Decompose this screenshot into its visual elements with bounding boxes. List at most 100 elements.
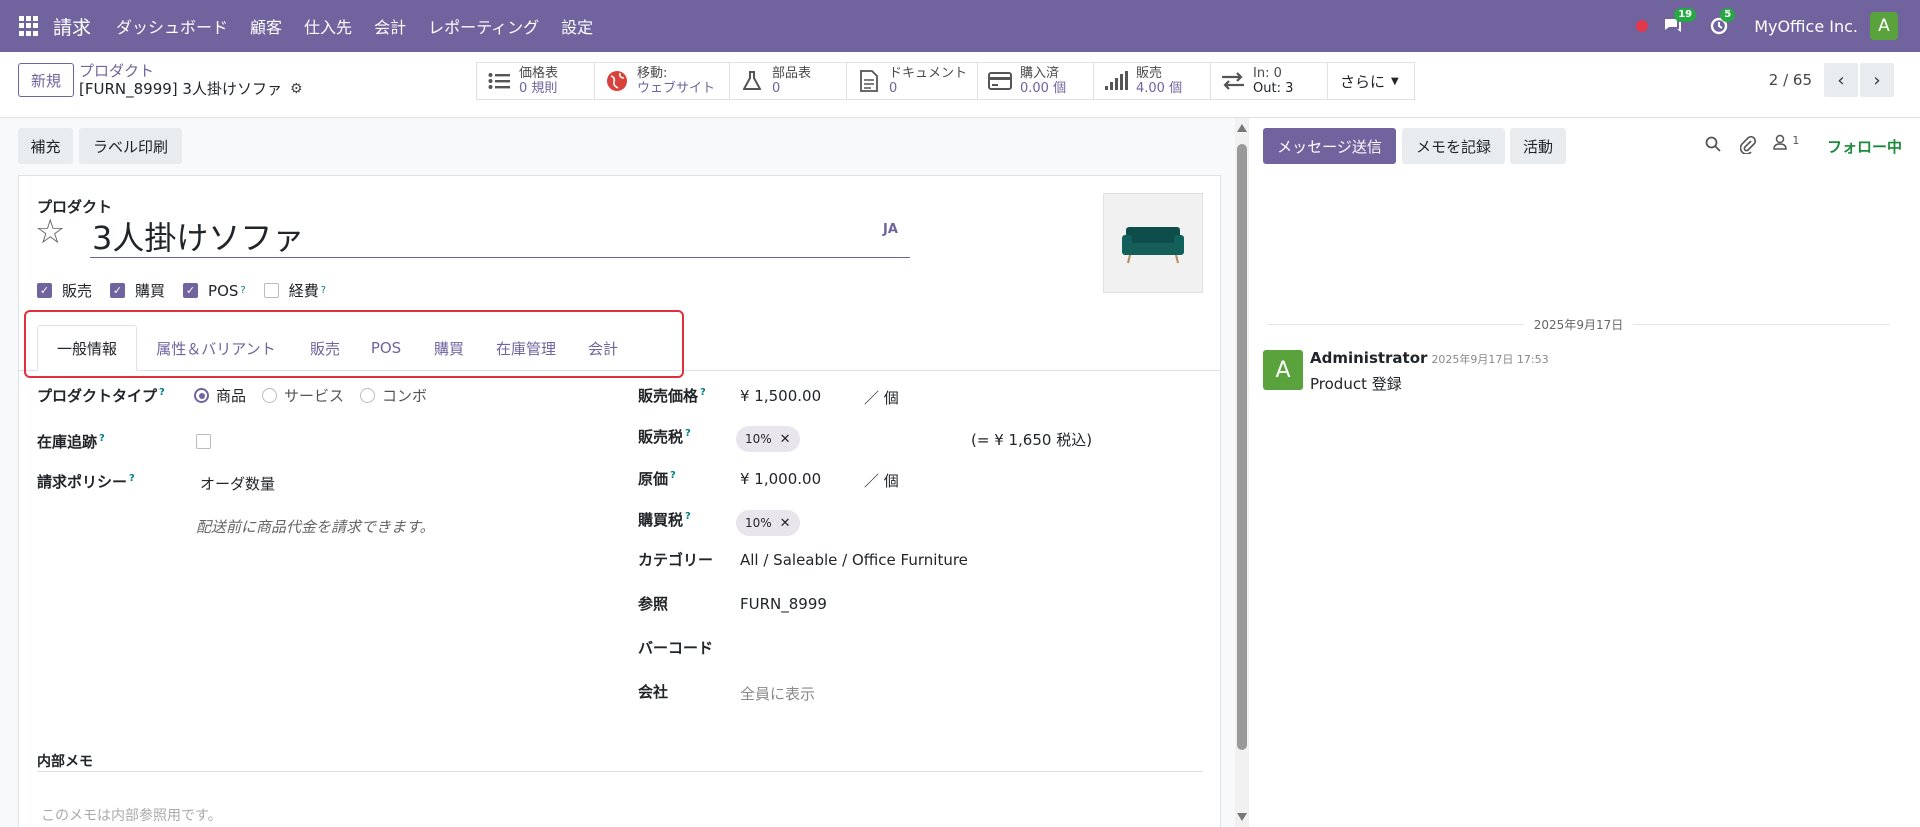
invoice-policy-label-text: 請求ポリシー [37, 473, 128, 491]
user-avatar[interactable]: A [1870, 12, 1898, 40]
sb-label: In: 0 [1253, 66, 1282, 81]
scroll-down-arrow-icon[interactable] [1237, 813, 1247, 821]
document-icon [857, 69, 881, 93]
smart-button-pricelists[interactable]: 価格表 0 規則 [477, 63, 595, 99]
checkbox-checked-icon[interactable]: ✓ [110, 283, 126, 298]
radio-goods[interactable]: 商品 [194, 385, 246, 406]
help-icon[interactable]: ? [700, 387, 706, 398]
activities-clock-icon[interactable]: 5 [1708, 8, 1736, 37]
flag-label: 購買 [135, 282, 166, 300]
new-button[interactable]: 新規 [18, 63, 74, 97]
print-labels-button[interactable]: ラベル印刷 [79, 128, 182, 164]
help-icon[interactable]: ? [99, 433, 105, 444]
menu-vendors[interactable]: 仕入先 [304, 14, 352, 38]
invoice-policy-select[interactable]: オーダ数量 [200, 473, 275, 494]
avatar[interactable]: A [1263, 350, 1303, 390]
menu-customers[interactable]: 顧客 [250, 14, 282, 38]
messages-badge: 19 [1674, 8, 1697, 22]
sb-label: 移動: [637, 66, 668, 81]
barcode-field[interactable] [740, 639, 1040, 657]
smart-button-bom[interactable]: 部品表 0 [730, 63, 847, 99]
radio-selected-icon[interactable] [194, 388, 209, 403]
company-field[interactable]: 全員に表示 [740, 683, 815, 704]
help-icon[interactable]: ? [685, 428, 691, 439]
flag-sale[interactable]: ✓ 販売 [37, 280, 92, 301]
breadcrumb: プロダクト [FURN_8999] 3人掛けソファ ⚙ [79, 62, 303, 98]
radio-unselected-icon[interactable] [262, 388, 278, 403]
tracking-checkbox[interactable] [196, 434, 211, 449]
smart-button-documents[interactable]: ドキュメント 0 [847, 63, 978, 99]
paperclip-icon[interactable] [1739, 135, 1757, 159]
sofa-image-icon [1122, 227, 1184, 264]
close-icon[interactable]: ✕ [780, 432, 791, 447]
breadcrumb-parent-link[interactable]: プロダクト [79, 62, 303, 80]
company-switcher[interactable]: MyOffice Inc. [1754, 17, 1858, 36]
following-button[interactable]: フォロー中 [1827, 136, 1902, 157]
recording-indicator-icon[interactable] [1636, 20, 1649, 32]
purchase-tax-label-text: 購買税 [638, 511, 684, 529]
checkbox-unchecked-icon[interactable] [263, 283, 279, 298]
sb-label: 価格表 [519, 66, 559, 81]
menu-dashboard[interactable]: ダッシュボード [116, 14, 228, 38]
search-icon[interactable] [1705, 136, 1721, 157]
internal-notes-field[interactable]: このメモは内部参照用です。 [41, 805, 222, 825]
product-type-radio: 商品 サービス コンボ [194, 385, 443, 406]
log-note-button[interactable]: メモを記録 [1402, 128, 1505, 164]
invoice-policy-label: 請求ポリシー? [37, 471, 135, 492]
help-icon[interactable]: ? [159, 387, 165, 398]
flag-purchase[interactable]: ✓ 購買 [110, 280, 165, 301]
more-dropdown[interactable]: さらに ▼ [1328, 63, 1414, 99]
help-icon[interactable]: ? [240, 285, 245, 296]
smart-button-website[interactable]: 移動: ウェブサイト [595, 63, 730, 99]
sb-value: Out: 3 [1253, 81, 1294, 96]
pager-value[interactable]: 2 / 65 [1769, 71, 1812, 89]
menu-settings[interactable]: 設定 [561, 14, 593, 38]
pager-next-button[interactable]: › [1860, 63, 1894, 97]
help-icon[interactable]: ? [321, 285, 326, 296]
messages-icon[interactable]: 19 [1662, 8, 1697, 37]
purchase-tax-tag[interactable]: 10% ✕ [736, 510, 800, 536]
sales-tax-tag[interactable]: 10% ✕ [736, 426, 800, 452]
smart-button-purchased[interactable]: 購入済 0.00 個 [978, 63, 1094, 99]
radio-unselected-icon[interactable] [360, 388, 376, 403]
flag-expense[interactable]: 経費? [263, 280, 326, 301]
flag-pos[interactable]: ✓ POS? [183, 282, 246, 300]
checkbox-checked-icon[interactable]: ✓ [37, 283, 52, 298]
pager-previous-button[interactable]: ‹ [1824, 63, 1858, 97]
category-label: カテゴリー [638, 551, 714, 569]
radio-label: 商品 [216, 387, 247, 405]
smart-button-sold[interactable]: 販売 4.00 個 [1094, 63, 1211, 99]
activities-button[interactable]: 活動 [1510, 128, 1566, 164]
category-field[interactable]: All / Saleable / Office Furniture [740, 551, 968, 569]
form-scrollbar[interactable] [1235, 118, 1249, 827]
send-message-button[interactable]: メッセージ送信 [1263, 128, 1396, 164]
menu-accounting[interactable]: 会計 [374, 14, 406, 38]
checkbox-checked-icon[interactable]: ✓ [183, 283, 199, 298]
help-icon[interactable]: ? [129, 473, 135, 484]
sales-price-field[interactable]: ¥ 1,500.00 [740, 387, 821, 405]
gear-icon[interactable]: ⚙ [290, 80, 303, 98]
top-navbar: 請求 ダッシュボード 顧客 仕入先 会計 レポーティング 設定 19 5 MyO… [0, 0, 1920, 52]
language-button[interactable]: JA [883, 222, 898, 237]
message-author[interactable]: Administrator [1310, 349, 1427, 367]
app-name[interactable]: 請求 [53, 13, 91, 40]
help-icon[interactable]: ? [670, 470, 676, 481]
apps-menu-icon[interactable] [19, 16, 39, 36]
close-icon[interactable]: ✕ [780, 516, 791, 531]
smart-button-in-out[interactable]: In: 0 Out: 3 [1211, 63, 1328, 99]
product-image[interactable] [1103, 193, 1203, 293]
replenish-button[interactable]: 補充 [18, 128, 73, 164]
reference-field[interactable]: FURN_8999 [740, 595, 827, 613]
radio-service[interactable]: サービス [262, 385, 344, 406]
star-icon[interactable]: ☆ [35, 214, 65, 250]
followers-button[interactable]: 1 [1773, 134, 1799, 155]
product-name-field[interactable]: 3人掛けソファ [90, 214, 910, 258]
scroll-thumb[interactable] [1237, 144, 1247, 750]
menu-reporting[interactable]: レポーティング [428, 14, 539, 38]
help-icon[interactable]: ? [685, 511, 691, 522]
scroll-up-arrow-icon[interactable] [1237, 124, 1247, 132]
radio-combo[interactable]: コンボ [360, 385, 427, 406]
divider [37, 771, 1203, 772]
barcode-label: バーコード [638, 639, 714, 657]
cost-field[interactable]: ¥ 1,000.00 [740, 470, 821, 488]
